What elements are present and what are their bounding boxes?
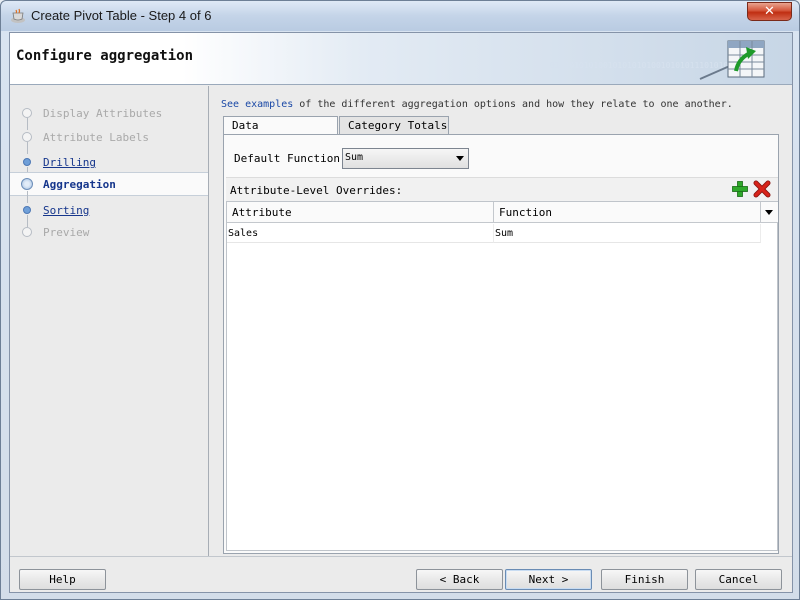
- step-label: Attribute Labels: [43, 131, 149, 144]
- step-aggregation[interactable]: Aggregation: [10, 172, 208, 203]
- table-cell-attribute[interactable]: Sales: [227, 224, 494, 243]
- dialog-client: Configure aggregation 010101010100101010…: [9, 32, 793, 593]
- step-dot-icon: [22, 108, 32, 118]
- step-label: Aggregation: [43, 178, 116, 191]
- title-bar[interactable]: Create Pivot Table - Step 4 of 6 ✕: [1, 1, 799, 31]
- data-aggregation-panel: Default Function: Sum Attribute-Level Ov…: [223, 134, 779, 554]
- main-content: See examples of the different aggregatio…: [209, 86, 792, 556]
- back-button[interactable]: < Back: [416, 569, 503, 590]
- step-label: Preview: [43, 226, 90, 239]
- cell-text: Sum: [495, 228, 514, 239]
- dialog-window: Create Pivot Table - Step 4 of 6 ✕ Confi…: [0, 0, 800, 600]
- step-drilling[interactable]: Drilling: [10, 151, 208, 179]
- step-dot-icon: [23, 158, 31, 166]
- finish-button[interactable]: Finish: [601, 569, 688, 590]
- column-header-attribute[interactable]: Attribute: [227, 202, 494, 223]
- step-preview: Preview: [10, 221, 208, 243]
- column-header-label: Function: [499, 206, 552, 219]
- column-menu-button[interactable]: [761, 202, 778, 223]
- step-dot-icon: [22, 227, 32, 237]
- cancel-button[interactable]: Cancel: [695, 569, 782, 590]
- overrides-table: Attribute Function Sales Sum: [226, 201, 778, 551]
- examples-description: of the different aggregation options and…: [293, 99, 733, 110]
- add-icon[interactable]: [731, 180, 749, 198]
- step-label[interactable]: Sorting: [43, 204, 89, 217]
- wizard-footer: Help < Back Next > Finish Cancel: [10, 556, 792, 592]
- tab-category-totals[interactable]: Category Totals: [339, 116, 449, 134]
- help-button-label: Help: [49, 573, 76, 586]
- step-label: Display Attributes: [43, 107, 163, 120]
- step-sorting[interactable]: Sorting: [10, 199, 208, 227]
- default-function-value: Sum: [345, 152, 364, 163]
- step-dot-icon: [22, 132, 32, 142]
- column-header-label: Attribute: [232, 206, 292, 219]
- step-attribute-labels: Attribute Labels: [10, 126, 208, 154]
- app-cup-icon: [11, 8, 25, 23]
- chevron-down-icon: [456, 156, 464, 161]
- help-button[interactable]: Help: [19, 569, 106, 590]
- step-dot-icon: [23, 206, 31, 214]
- finish-button-label: Finish: [624, 573, 665, 586]
- table-cell-function[interactable]: Sum: [494, 224, 761, 243]
- column-header-function[interactable]: Function: [494, 202, 761, 223]
- cancel-button-label: Cancel: [718, 573, 759, 586]
- next-button-label: Next >: [528, 573, 569, 586]
- tab-data-aggregation[interactable]: Data Aggregation: [223, 116, 338, 145]
- chevron-down-icon: [765, 210, 773, 215]
- next-button[interactable]: Next >: [505, 569, 592, 590]
- back-button-label: < Back: [439, 573, 480, 586]
- tab-label: Category Totals: [348, 119, 448, 132]
- step-label[interactable]: Drilling: [43, 156, 96, 169]
- overrides-label: Attribute-Level Overrides:: [230, 184, 403, 197]
- see-examples-link[interactable]: See examples: [221, 99, 293, 110]
- page-title: Configure aggregation: [16, 48, 194, 64]
- delete-icon[interactable]: [753, 180, 771, 198]
- close-icon: ✕: [764, 4, 775, 19]
- cell-text: Sales: [228, 228, 259, 239]
- default-function-select[interactable]: Sum: [342, 148, 469, 169]
- examples-help-text: See examples of the different aggregatio…: [221, 99, 733, 110]
- overrides-toolbar: Attribute-Level Overrides:: [226, 177, 778, 201]
- pivot-table-wizard-icon: [699, 40, 765, 80]
- wizard-steps-panel: Display Attributes Attribute Labels Dril…: [10, 86, 209, 556]
- wizard-header: Configure aggregation 010101010100101010…: [10, 33, 792, 85]
- step-display-attributes: Display Attributes: [10, 102, 208, 130]
- step-dot-icon: [21, 178, 33, 190]
- close-button[interactable]: ✕: [747, 2, 792, 21]
- default-function-label: Default Function:: [234, 152, 347, 165]
- window-title: Create Pivot Table - Step 4 of 6: [31, 8, 212, 23]
